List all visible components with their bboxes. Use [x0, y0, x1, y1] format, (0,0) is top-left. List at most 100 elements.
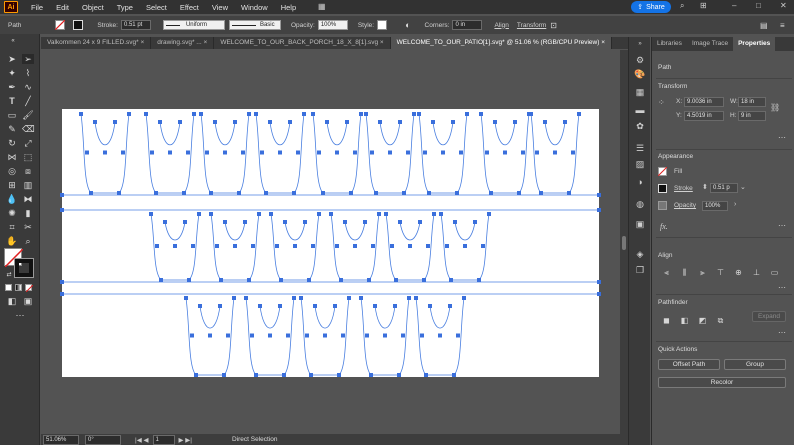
anchor-point[interactable] — [513, 120, 517, 124]
stroke-label[interactable]: Stroke — [674, 185, 693, 192]
zoom-field[interactable]: 51.06% — [43, 434, 79, 445]
anchor-point[interactable] — [473, 220, 477, 224]
transform-more-icon[interactable]: ⋯ — [778, 133, 786, 142]
vertical-scrollbar[interactable] — [620, 50, 628, 434]
anchor-point[interactable] — [384, 212, 388, 216]
exclude-icon[interactable]: ⧉ — [716, 316, 725, 325]
width-field[interactable]: 18 in — [738, 97, 766, 107]
anchor-point[interactable] — [481, 244, 485, 248]
anchor-point[interactable] — [462, 296, 466, 300]
anchor-point[interactable] — [282, 373, 286, 377]
anchor-point[interactable] — [302, 112, 306, 116]
anchor-point[interactable] — [477, 278, 481, 282]
anchor-point[interactable] — [307, 278, 311, 282]
anchor-point[interactable] — [397, 373, 401, 377]
anchor-point[interactable] — [353, 150, 357, 155]
arrange-icon[interactable]: ⊞ — [700, 1, 707, 10]
rotate-view-field[interactable]: 0° — [85, 434, 121, 445]
opacity-field[interactable]: 100% — [317, 20, 348, 30]
anchor-point[interactable] — [394, 278, 398, 282]
anchor-point[interactable] — [233, 244, 237, 248]
recolor-artwork-icon[interactable]: ◐ — [405, 20, 410, 30]
anchor-point[interactable] — [455, 191, 459, 195]
anchor-point[interactable] — [388, 150, 392, 155]
anchor-point[interactable] — [353, 244, 357, 248]
height-field[interactable]: 9 in — [738, 111, 766, 121]
close-window-icon[interactable]: ✕ — [780, 1, 787, 10]
anchor-point[interactable] — [452, 373, 456, 377]
direct-selection-tool-icon[interactable]: ➢ — [22, 54, 34, 64]
anchor-point[interactable] — [398, 120, 402, 124]
transform-link[interactable]: Transform — [517, 22, 546, 29]
anchor-point[interactable] — [288, 120, 292, 124]
perspective-grid-icon[interactable]: ⧈ — [22, 166, 34, 176]
anchor-point[interactable] — [420, 333, 424, 338]
type-tool-icon[interactable]: T — [6, 96, 18, 106]
anchor-point[interactable] — [459, 150, 463, 155]
menu-edit[interactable]: Edit — [56, 3, 69, 12]
anchor-point[interactable] — [553, 150, 557, 155]
blend-tool-icon[interactable]: ⧓ — [22, 194, 34, 204]
anchor-point[interactable] — [184, 296, 188, 300]
anchor-point[interactable] — [597, 292, 601, 296]
anchor-point[interactable] — [567, 191, 571, 195]
anchor-point[interactable] — [155, 244, 159, 248]
align-link[interactable]: Align — [494, 22, 508, 29]
anchor-point[interactable] — [254, 373, 258, 377]
anchor-point[interactable] — [299, 296, 303, 300]
recolor-button[interactable]: Recolor — [658, 377, 786, 388]
anchor-point[interactable] — [283, 220, 287, 224]
anchor-point[interactable] — [237, 191, 241, 195]
column-graph-icon[interactable]: ▮ — [22, 208, 34, 218]
pathfinder-more-icon[interactable]: ⋯ — [778, 328, 786, 337]
anchor-point[interactable] — [422, 278, 426, 282]
anchor-point[interactable] — [489, 191, 493, 195]
anchor-point[interactable] — [563, 120, 567, 124]
align-left-icon[interactable]: ⫷ — [662, 268, 671, 277]
anchor-point[interactable] — [521, 150, 525, 155]
anchor-point[interactable] — [268, 120, 272, 124]
anchor-point[interactable] — [187, 278, 191, 282]
rotate-tool-icon[interactable]: ↻ — [6, 138, 18, 148]
next-artboard-icon[interactable]: ▶ ▶| — [179, 436, 193, 444]
minimize-icon[interactable]: – — [732, 1, 736, 10]
anchor-point[interactable] — [365, 333, 369, 338]
rectangle-tool-icon[interactable]: ▭ — [6, 110, 18, 120]
canvas[interactable] — [41, 50, 628, 434]
anchor-point[interactable] — [325, 120, 329, 124]
swap-fill-stroke-icon[interactable]: ⇄ — [3, 270, 15, 280]
anchor-point[interactable] — [247, 112, 251, 116]
align-middle-icon[interactable]: ⊕ — [734, 268, 743, 277]
mesh-tool-icon[interactable]: ⊞ — [6, 180, 18, 190]
anchor-point[interactable] — [233, 120, 237, 124]
tab-properties[interactable]: Properties — [733, 37, 776, 51]
anchor-point[interactable] — [417, 112, 421, 116]
anchor-point[interactable] — [535, 150, 539, 155]
anchor-point[interactable] — [194, 373, 198, 377]
color-icon[interactable]: 🎨 — [634, 69, 646, 80]
anchor-point[interactable] — [369, 373, 373, 377]
control-menu-icon[interactable]: ≡ — [780, 21, 785, 30]
menu-object[interactable]: Object — [82, 3, 104, 12]
tab-patio[interactable]: WELCOME_TO_OUR_PATIO[1].svg* @ 51.06 % (… — [390, 37, 613, 49]
anchor-point[interactable] — [257, 212, 261, 216]
anchor-point[interactable] — [251, 244, 255, 248]
opacity-arrow-icon[interactable]: › — [734, 201, 736, 208]
anchor-point[interactable] — [219, 278, 223, 282]
anchor-point[interactable] — [441, 150, 445, 155]
anchor-point[interactable] — [218, 304, 222, 308]
anchor-point[interactable] — [213, 120, 217, 124]
gradient-mode-icon[interactable] — [15, 284, 22, 291]
anchor-point[interactable] — [311, 244, 315, 248]
anchor-point[interactable] — [192, 112, 196, 116]
unite-icon[interactable]: ◼ — [662, 316, 671, 325]
anchor-point[interactable] — [487, 212, 491, 216]
anchor-point[interactable] — [463, 244, 467, 248]
symbol-sprayer-icon[interactable]: ✺ — [6, 208, 18, 218]
align-top-icon[interactable]: ⊤ — [716, 268, 725, 277]
anchor-point[interactable] — [333, 304, 337, 308]
anchor-point[interactable] — [456, 333, 460, 338]
anchor-point[interactable] — [60, 193, 64, 197]
anchor-point[interactable] — [250, 333, 254, 338]
graphic-styles-icon[interactable]: ▣ — [634, 219, 646, 230]
